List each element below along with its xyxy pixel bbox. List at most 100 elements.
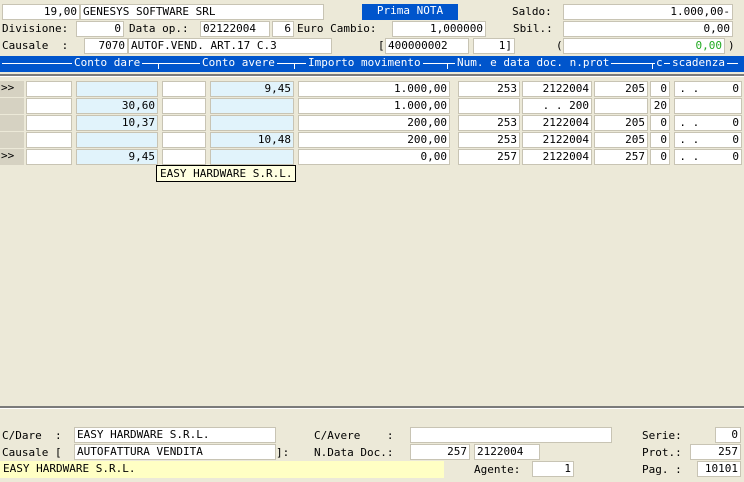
grid-top-divider	[0, 74, 744, 77]
cell-prot[interactable]: 205	[594, 132, 648, 148]
cell-c[interactable]: 0	[650, 149, 670, 165]
cell-importo[interactable]: 1.000,00	[298, 98, 450, 114]
serie-field[interactable]: 0	[715, 427, 741, 443]
col-scadenza[interactable]: scadenza	[670, 56, 727, 70]
cell-num[interactable]	[458, 98, 520, 114]
cell-num[interactable]: 253	[458, 115, 520, 131]
cell-prot[interactable]: 257	[594, 149, 648, 165]
col-tick	[294, 63, 295, 69]
saldo-field[interactable]: 1.000,00-	[563, 4, 733, 20]
divisione-field[interactable]: 0	[76, 21, 124, 37]
col-c[interactable]: c	[655, 56, 664, 70]
col-importo[interactable]: Importo movimento	[306, 56, 423, 70]
cavere-label: C/Avere :	[314, 429, 394, 442]
cell-num[interactable]: 253	[458, 81, 520, 97]
causale-code-field[interactable]: 7070	[84, 38, 128, 54]
col-conto-avere[interactable]: Conto avere	[200, 56, 277, 70]
row-selector[interactable]: >>	[0, 81, 24, 97]
cell-dare[interactable]: 9,45	[76, 149, 158, 165]
cell-num[interactable]: 253	[458, 132, 520, 148]
footer-divider	[0, 406, 744, 409]
cell-prot[interactable]	[594, 98, 648, 114]
cell-avere[interactable]: 10,48	[210, 132, 294, 148]
col-tick	[447, 63, 448, 69]
paren-close: )	[728, 39, 735, 52]
col-num-data-doc[interactable]: Num. e data doc. n.prot	[455, 56, 612, 70]
cell-prot[interactable]: 205	[594, 115, 648, 131]
serie-label: Serie:	[642, 429, 682, 442]
cell-c[interactable]: 0	[650, 81, 670, 97]
cell-dare[interactable]	[76, 81, 158, 97]
cell-importo[interactable]: 200,00	[298, 115, 450, 131]
cell-data[interactable]: 2122004	[522, 149, 592, 165]
data-op-day-field[interactable]: 6	[272, 21, 294, 37]
cell-importo[interactable]: 200,00	[298, 132, 450, 148]
sbil-field[interactable]: 0,00	[563, 21, 733, 37]
account-code-cell[interactable]	[26, 98, 72, 114]
row-selector[interactable]: >>	[0, 149, 24, 165]
cell-e1[interactable]	[162, 115, 206, 131]
cell-dare[interactable]: 30,60	[76, 98, 158, 114]
protocol-ref-field[interactable]: 400000002	[385, 38, 469, 54]
difference-field[interactable]: 0,00	[563, 38, 725, 54]
prot-field[interactable]: 257	[690, 444, 741, 460]
cell-c[interactable]: 0	[650, 115, 670, 131]
cell-scad[interactable]: . . 0	[674, 115, 742, 131]
bracket-open: [	[378, 39, 385, 52]
cavere-field[interactable]	[410, 427, 612, 443]
cell-importo[interactable]: 0,00	[298, 149, 450, 165]
protocol-num-field[interactable]: 1]	[473, 38, 515, 54]
row-selector[interactable]	[0, 132, 24, 148]
row-selector[interactable]	[0, 115, 24, 131]
cell-dare[interactable]	[76, 132, 158, 148]
cell-e1[interactable]	[162, 81, 206, 97]
footer-causale-field[interactable]: AUTOFATTURA VENDITA	[74, 444, 276, 460]
cell-scad[interactable]	[674, 98, 742, 114]
ndata-doc-date-field[interactable]: 2122004	[474, 444, 540, 460]
cell-avere[interactable]	[210, 115, 294, 131]
cell-data[interactable]: 2122004	[522, 115, 592, 131]
cell-e1[interactable]	[162, 132, 206, 148]
cell-data[interactable]: 2122004	[522, 132, 592, 148]
cell-avere[interactable]	[210, 98, 294, 114]
cell-scad[interactable]: . . 0	[674, 81, 742, 97]
cell-scad[interactable]: . . 0	[674, 132, 742, 148]
prima-nota-title: Prima NOTA	[362, 4, 458, 20]
account-code-cell[interactable]	[26, 149, 72, 165]
cell-e1[interactable]	[162, 98, 206, 114]
account-tooltip: EASY HARDWARE S.R.L.	[156, 165, 297, 182]
cell-data[interactable]: 2122004	[522, 81, 592, 97]
cell-data[interactable]: . . 200	[522, 98, 592, 114]
paren-open: (	[556, 39, 563, 52]
row-selector[interactable]	[0, 98, 24, 114]
cell-avere[interactable]: 9,45	[210, 81, 294, 97]
col-conto-dare[interactable]: Conto dare	[72, 56, 143, 70]
cell-c[interactable]: 0	[650, 132, 670, 148]
ndata-doc-num-field[interactable]: 257	[410, 444, 470, 460]
account-code-cell[interactable]	[26, 115, 72, 131]
sbil-label: Sbil.:	[513, 22, 553, 35]
cell-prot[interactable]: 205	[594, 81, 648, 97]
footer-causale-label: Causale [	[2, 446, 62, 459]
cell-num[interactable]: 257	[458, 149, 520, 165]
cell-avere[interactable]	[210, 149, 294, 165]
causale-desc-field[interactable]: AUTOF.VEND. ART.17 C.3	[128, 38, 332, 54]
cell-scad[interactable]: . . 0	[674, 149, 742, 165]
euro-cambio-label: Euro Cambio:	[297, 22, 377, 35]
data-op-field[interactable]: 02122004	[200, 21, 270, 37]
cell-importo[interactable]: 1.000,00	[298, 81, 450, 97]
account-code-cell[interactable]	[26, 132, 72, 148]
pag-field[interactable]: 10101	[697, 461, 741, 477]
company-code-field[interactable]: 19,00	[2, 4, 80, 20]
cell-e1[interactable]	[162, 149, 206, 165]
cell-c[interactable]: 20	[650, 98, 670, 114]
grid-header: Conto dare Conto avere Importo movimento…	[0, 56, 744, 72]
account-code-cell[interactable]	[26, 81, 72, 97]
agente-field[interactable]: 1	[532, 461, 574, 477]
company-name-field[interactable]: GENESYS SOFTWARE SRL	[80, 4, 324, 20]
cell-dare[interactable]: 10,37	[76, 115, 158, 131]
cdare-label: C/Dare :	[2, 429, 62, 442]
euro-cambio-field[interactable]: 1,000000	[392, 21, 486, 37]
ndata-doc-label: N.Data Doc.:	[314, 446, 394, 459]
cdare-field[interactable]: EASY HARDWARE S.R.L.	[74, 427, 276, 443]
